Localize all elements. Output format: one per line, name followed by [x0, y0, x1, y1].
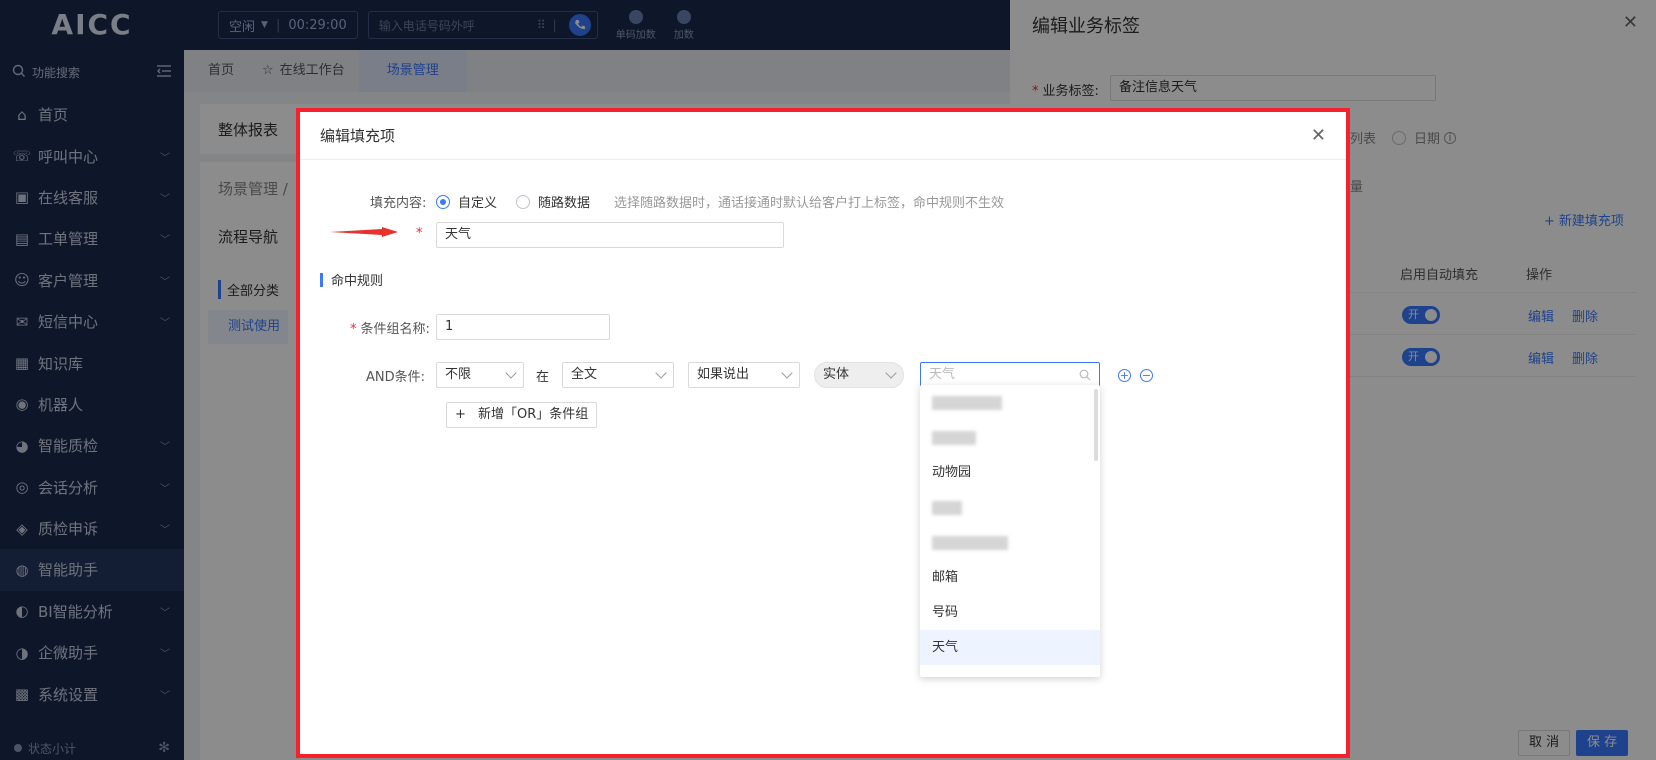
- entity-search-placeholder: 天气: [929, 367, 956, 382]
- dropdown-item[interactable]: 号码: [920, 595, 1100, 630]
- add-condition-icon[interactable]: +: [1118, 369, 1131, 382]
- add-or-group-button[interactable]: + 新增「OR」条件组: [446, 402, 598, 428]
- required-mark: *: [416, 226, 423, 241]
- group-name-label: * 条件组名称:: [350, 318, 430, 337]
- edit-fill-item-modal: 编辑填充项 ✕ 填充内容: 自定义 随路数据 选择随路数据时，通话接通时默认给客…: [296, 108, 1350, 758]
- save-button[interactable]: 保 存: [1576, 730, 1629, 756]
- auto-fill-toggle[interactable]: 开: [1402, 306, 1440, 324]
- auto-fill-toggle[interactable]: 开: [1402, 348, 1440, 366]
- required-mark: *: [1032, 84, 1039, 99]
- plus-icon: +: [455, 407, 466, 422]
- if-say-select-value: 如果说出: [697, 367, 750, 382]
- group-name-input[interactable]: 1: [436, 314, 610, 340]
- table-divider: [1350, 292, 1636, 293]
- cancel-button[interactable]: 取 消: [1518, 730, 1571, 756]
- type-date-radio[interactable]: 日期 i: [1392, 128, 1457, 147]
- info-icon: i: [1444, 131, 1457, 144]
- remove-condition-icon[interactable]: −: [1140, 369, 1153, 382]
- required-mark: *: [350, 322, 357, 337]
- radio-dot-selected: [436, 194, 450, 209]
- col-auto-fill: 启用自动填充: [1400, 268, 1479, 283]
- custom-radio[interactable]: 自定义: [436, 192, 497, 211]
- close-icon[interactable]: ✕: [1311, 125, 1326, 146]
- modal-title: 编辑填充项: [320, 127, 396, 145]
- col-operations: 操作: [1526, 268, 1553, 283]
- biz-tag-label: * 业务标签:: [1032, 80, 1099, 99]
- type-list-label: 列表: [1350, 132, 1377, 147]
- biz-tag-input[interactable]: 备注信息天气: [1110, 75, 1436, 101]
- fill-value-input[interactable]: 天气: [436, 222, 784, 248]
- hit-rules-section: 命中规则: [320, 270, 383, 289]
- dropdown-item-blurred[interactable]: [920, 385, 1100, 420]
- and-condition-label: AND条件:: [366, 370, 426, 385]
- section-bar: [320, 272, 323, 287]
- edit-link[interactable]: 编辑: [1528, 348, 1554, 367]
- edit-link[interactable]: 编辑: [1528, 306, 1554, 325]
- entity-select-value: 实体: [823, 367, 850, 382]
- dropdown-item-blurred[interactable]: [920, 490, 1100, 525]
- fill-content-label: 填充内容:: [370, 196, 427, 211]
- table-divider: [1350, 376, 1636, 377]
- group-name-label-text: 条件组名称:: [360, 322, 430, 337]
- dropdown-item[interactable]: 动物园: [920, 455, 1100, 490]
- fill-content-hint: 选择随路数据时，通话接通时默认给客户打上标签，命中规则不生效: [614, 196, 1005, 211]
- radio-dot: [1392, 130, 1406, 145]
- scope-select-value: 不限: [445, 367, 472, 382]
- table-divider: [1350, 334, 1636, 335]
- plus-icon: +: [1544, 214, 1555, 229]
- if-say-select[interactable]: 如果说出: [688, 362, 800, 388]
- chevron-down-icon: [505, 367, 517, 379]
- hit-rules-title: 命中规则: [331, 274, 384, 289]
- dropdown-item[interactable]: 邮箱: [920, 560, 1100, 595]
- dropdown-scrollbar[interactable]: [1094, 389, 1098, 461]
- new-fill-label: 新建填充项: [1558, 214, 1624, 229]
- type-date-label: 日期: [1414, 132, 1441, 147]
- dropdown-item-blurred[interactable]: [920, 525, 1100, 560]
- radio-dot: [516, 194, 530, 209]
- delete-link[interactable]: 删除: [1572, 348, 1598, 367]
- scope-select[interactable]: 不限: [436, 362, 524, 388]
- dropdown-item-selected[interactable]: 天气: [920, 630, 1100, 665]
- drawer-title: 编辑业务标签: [1032, 16, 1140, 37]
- chevron-down-icon: [885, 367, 897, 379]
- delete-link[interactable]: 删除: [1572, 306, 1598, 325]
- search-icon: [1079, 369, 1091, 381]
- biz-tag-label-text: 业务标签:: [1042, 84, 1099, 99]
- random-data-radio-label: 随路数据: [538, 196, 591, 211]
- annotation-arrow-icon: [330, 227, 398, 237]
- area-select[interactable]: 全文: [562, 362, 674, 388]
- in-label: 在: [536, 370, 550, 385]
- add-or-group-label: 新增「OR」条件组: [478, 407, 589, 422]
- new-fill-item-button[interactable]: + 新建填充项: [1544, 210, 1624, 229]
- entity-dropdown: 动物园 邮箱 号码 天气: [920, 385, 1100, 677]
- chevron-down-icon: [655, 367, 667, 379]
- custom-radio-label: 自定义: [458, 196, 498, 211]
- modal-header: 编辑填充项 ✕: [300, 112, 1346, 160]
- random-data-radio[interactable]: 随路数据: [516, 192, 590, 211]
- chevron-down-icon: [781, 367, 793, 379]
- entity-select[interactable]: 实体: [814, 362, 904, 388]
- area-select-value: 全文: [571, 367, 598, 382]
- fill-label-tail: 量: [1350, 180, 1364, 195]
- close-icon[interactable]: ✕: [1623, 12, 1638, 33]
- dropdown-item-blurred[interactable]: [920, 420, 1100, 455]
